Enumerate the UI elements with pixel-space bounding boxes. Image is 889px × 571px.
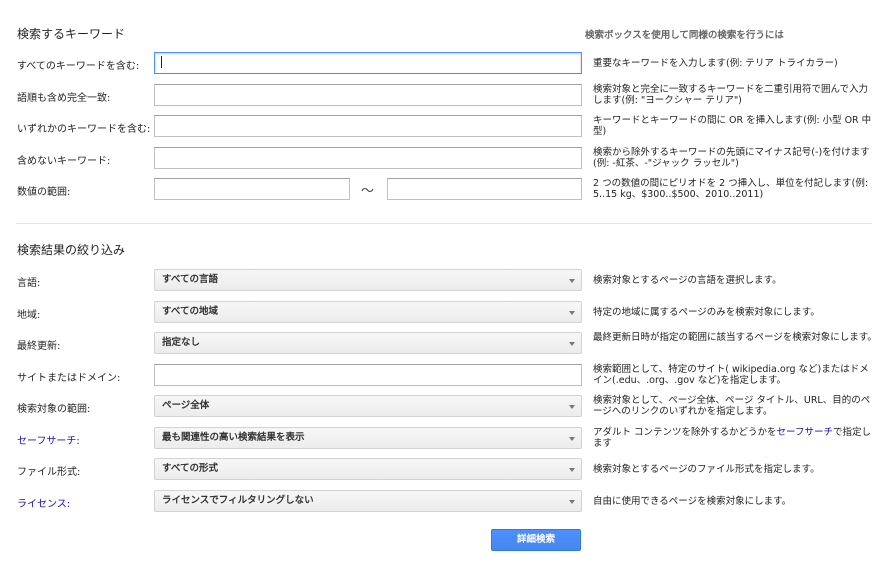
region-help: 特定の地域に属するページのみを検索対象にします。	[593, 307, 820, 318]
search-scope-selected: ページ全体	[162, 400, 210, 411]
last-update-label: 最終更新:	[17, 341, 61, 352]
section-divider	[16, 223, 872, 224]
exact-phrase-input[interactable]	[154, 84, 582, 106]
license-selected: ライセンスでフィルタリングしない	[162, 495, 314, 506]
chevron-down-icon	[569, 311, 575, 315]
region-label: 地域:	[17, 310, 41, 321]
narrow-section-title: 検索結果の絞り込み	[17, 243, 126, 257]
chevron-down-icon	[569, 468, 575, 472]
last-update-help: 最終更新日時が指定の範囲に該当するページを検索対象にします。	[593, 332, 877, 343]
chevron-down-icon	[569, 405, 575, 409]
safesearch-help-link[interactable]: セーフサーチ	[777, 427, 833, 438]
exact-phrase-label: 語順も含め完全一致:	[17, 93, 111, 104]
language-help: 検索対象とするページの言語を選択します。	[593, 275, 782, 286]
search-scope-select[interactable]: ページ全体	[154, 395, 582, 417]
license-link[interactable]: ライセンス:	[17, 495, 70, 510]
site-domain-label: サイトまたはドメイン:	[17, 373, 121, 384]
file-type-selected: すべての形式	[162, 463, 218, 474]
exact-phrase-help: 検索対象と完全に一致するキーワードを二重引用符で囲んで入力します(例: "ヨーク…	[593, 84, 869, 106]
safesearch-select[interactable]: 最も関連性の高い検索結果を表示	[154, 427, 582, 449]
any-words-help: キーワードとキーワードの間に OR を挿入します(例: 小型 OR 中型)	[593, 115, 872, 137]
license-select[interactable]: ライセンスでフィルタリングしない	[154, 490, 582, 512]
chevron-down-icon	[569, 279, 575, 283]
last-update-select[interactable]: 指定なし	[154, 332, 582, 354]
search-scope-label: 検索対象の範囲:	[17, 404, 91, 415]
site-domain-help: 検索範囲として、特定のサイト( wikipedia.org など)またはドメイン…	[593, 364, 869, 386]
safesearch-help-text: アダルト コンテンツを除外するかどうかを	[593, 427, 777, 438]
all-words-label: すべてのキーワードを含む:	[17, 61, 140, 72]
text-caret	[161, 56, 162, 68]
language-label: 言語:	[17, 278, 41, 289]
none-words-input[interactable]	[154, 147, 582, 169]
file-type-label: ファイル形式:	[17, 467, 81, 478]
safesearch-help: アダルト コンテンツを除外するかどうかをセーフサーチで指定します	[593, 427, 878, 449]
chevron-down-icon	[569, 437, 575, 441]
none-words-help: 検索から除外するキーワードの先頭にマイナス記号(-)を付けます(例: -紅茶、-…	[593, 147, 870, 169]
advanced-search-button[interactable]: 詳細検索	[491, 529, 581, 551]
safesearch-link[interactable]: セーフサーチ:	[17, 432, 80, 447]
search-scope-help: 検索対象として、ページ全体、ページ タイトル、URL、目的のページへのリンクのい…	[593, 395, 871, 417]
last-update-selected: 指定なし	[162, 337, 201, 348]
keywords-section-title: 検索するキーワード	[17, 27, 126, 41]
range-from-input[interactable]	[154, 178, 350, 200]
language-selected: すべての言語	[162, 274, 218, 285]
all-words-help: 重要なキーワードを入力します(例: テリア トライカラー)	[593, 58, 838, 69]
none-words-label: 含めないキーワード:	[17, 156, 111, 167]
chevron-down-icon	[569, 342, 575, 346]
range-to-input[interactable]	[387, 178, 582, 200]
side-header: 検索ボックスを使用して同様の検索を行うには	[585, 30, 784, 41]
region-selected: すべての地域	[162, 306, 218, 317]
file-type-help: 検索対象とするページのファイル形式を指定します。	[593, 464, 820, 475]
range-separator: 〜	[361, 184, 375, 199]
site-domain-input[interactable]	[154, 364, 582, 386]
safesearch-selected: 最も関連性の高い検索結果を表示	[162, 432, 305, 443]
license-help: 自由に使用できるページを検索対象にします。	[593, 496, 792, 507]
number-range-label: 数値の範囲:	[17, 187, 71, 198]
region-select[interactable]: すべての地域	[154, 301, 582, 323]
chevron-down-icon	[569, 500, 575, 504]
all-words-input[interactable]	[154, 52, 582, 74]
number-range-help: 2 つの数値の間にピリオドを 2 つ挿入し、単位を付記します(例: 5..15 …	[593, 178, 869, 200]
any-words-label: いずれかのキーワードを含む:	[17, 124, 151, 135]
language-select[interactable]: すべての言語	[154, 269, 582, 291]
any-words-input[interactable]	[154, 115, 582, 137]
file-type-select[interactable]: すべての形式	[154, 458, 582, 480]
